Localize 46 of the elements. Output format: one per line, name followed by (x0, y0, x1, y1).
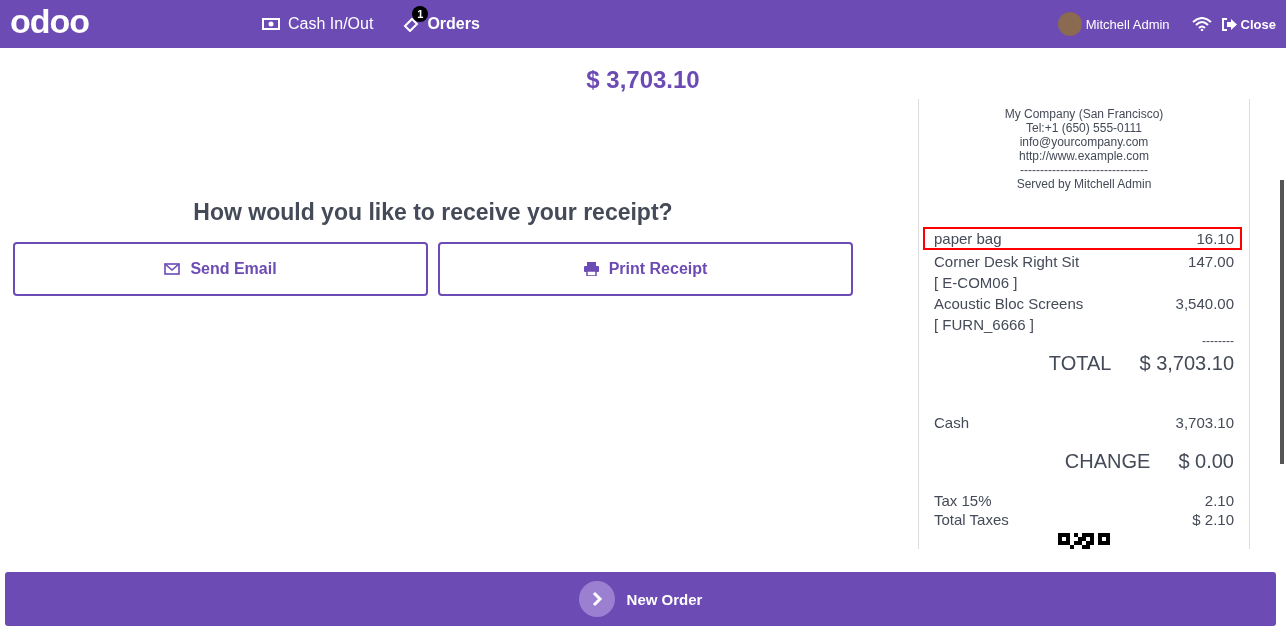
nav-button[interactable]: Cash In/Out (262, 15, 374, 33)
tax-label: Total Taxes (934, 510, 1009, 529)
payment-method: Cash (934, 413, 970, 432)
logo: odoo (10, 4, 91, 38)
receipt-line[interactable]: Acoustic Bloc Screens 3,540.00 (923, 292, 1242, 315)
receipt-header-line: Tel:+1 (650) 555-0111 (1025, 121, 1143, 135)
count-badge: 1 (412, 6, 429, 22)
receipt-header-line: Served by Mitchell Admin (1015, 177, 1153, 191)
receipt-line[interactable]: Corner Desk Right Sit 147.00 (923, 250, 1242, 273)
payment-amount: 3,703.10 (1175, 413, 1234, 432)
tax-value: 2.10 (1204, 491, 1234, 510)
tax-label: Tax 15% (934, 491, 992, 510)
separator-text: -------- (1202, 334, 1234, 348)
wifi-icon (1191, 17, 1212, 31)
product-code: [ E-COM06 ] (934, 274, 1018, 291)
printer-icon (583, 262, 599, 276)
send-email-button[interactable]: Send Email (13, 242, 428, 296)
banknote-icon (262, 18, 280, 30)
total-label: TOTAL (1048, 352, 1112, 375)
avatar[interactable] (1057, 12, 1082, 36)
receipt-header-line: My Company (San Francisco) (1003, 107, 1165, 121)
ticket-icon (403, 16, 420, 32)
user-name: Mitchell Admin (1085, 16, 1170, 32)
print-receipt-button[interactable]: Print Receipt (438, 242, 853, 296)
line-amount: 16.10 (1196, 229, 1234, 248)
envelope-icon (164, 263, 181, 275)
product-code: [ FURN_6666 ] (934, 316, 1035, 333)
line-amount: 147.00 (1188, 252, 1234, 271)
tax-value: $ 2.10 (1192, 510, 1234, 529)
product-name: paper bag (934, 229, 1002, 248)
line-amount: 3,540.00 (1175, 294, 1234, 313)
receipt-question: How would you like to receive your receipt? (193, 199, 673, 226)
chevron-right-icon (590, 591, 603, 607)
receipt-header-line: info@yourcompany.com (1018, 135, 1150, 149)
total-value: $ 3,703.10 (1139, 352, 1234, 375)
sign-out-icon (1221, 17, 1237, 31)
change-label: CHANGE (1064, 450, 1151, 473)
close-button[interactable]: Close (1221, 16, 1276, 32)
receipt-header-line: http://www.example.com (1017, 149, 1151, 163)
new-order-button[interactable]: New Order (5, 572, 1276, 626)
product-name: Acoustic Bloc Screens (934, 294, 1084, 313)
change-value: $ 0.00 (1178, 450, 1234, 473)
receipt-header-line: -------------------------------- (1019, 163, 1149, 177)
product-name: Corner Desk Right Sit (934, 252, 1080, 271)
scrollbar[interactable] (1280, 180, 1284, 464)
order-total: $ 3,703.10 (585, 66, 701, 95)
